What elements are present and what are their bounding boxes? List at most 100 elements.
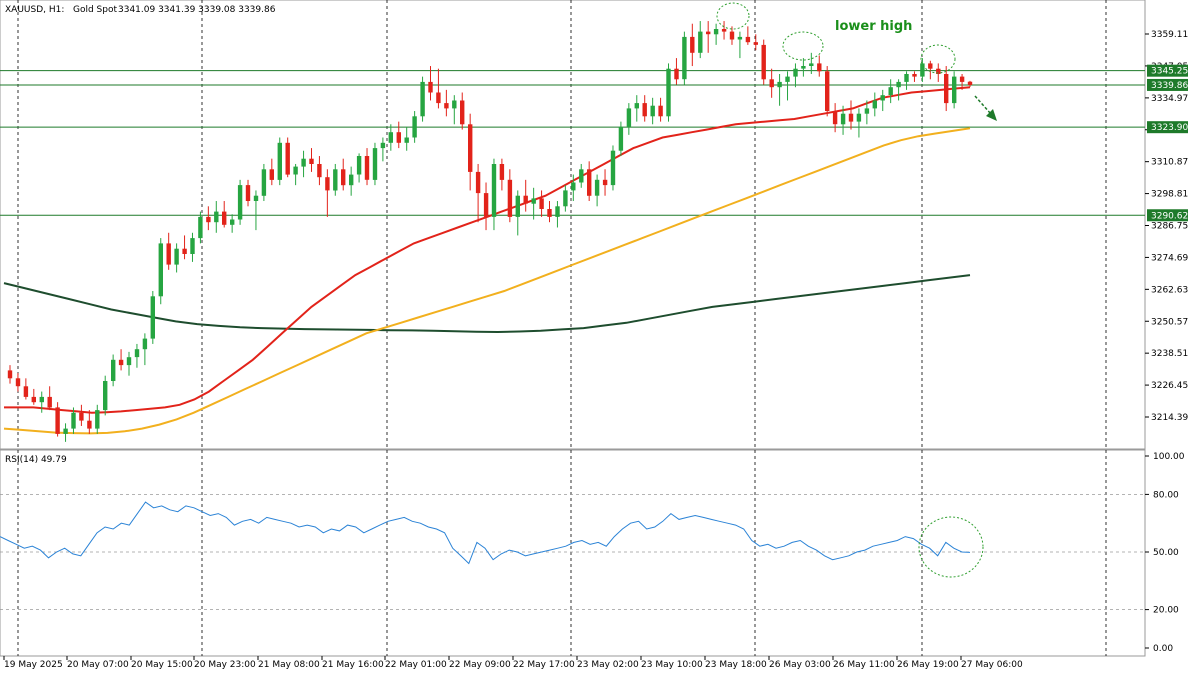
price-tick-label: 3310.87 [1151,158,1188,168]
rsi-tick-label: 80.00 [1153,490,1179,500]
time-tick-label: 22 May 01:00 [385,660,447,670]
time-tick-label: 20 May 07:00 [67,660,129,670]
price-tick-label: 3214.39 [1151,413,1188,423]
candle-body [666,68,671,117]
candle-body [404,137,409,143]
candle [237,179,243,225]
candle-body [55,407,60,434]
candle-body [317,164,322,178]
candle-body [571,182,576,191]
candle-body [856,113,862,122]
price-tag: 3345.25 [1147,64,1188,77]
rsi-tick-label: 0.00 [1153,644,1173,654]
candle-body [563,190,568,207]
candle-body [150,296,155,339]
candle [150,291,155,344]
candle-body [658,105,663,117]
candle-body [587,169,592,196]
candle-body [801,66,806,69]
candle-body [602,179,608,186]
candle-body [309,158,314,164]
candle [103,375,108,416]
candle [682,31,687,85]
candle-body [325,177,330,191]
candle [420,76,425,122]
candle-body [222,211,227,225]
price-tag: 3339.86 [1147,78,1188,91]
time-tick-label: 23 May 02:00 [577,660,639,670]
candle-body [952,76,957,104]
candle-body [872,100,877,109]
time-tick-label: 19 May 2025 [4,660,63,670]
rsi-tick-label: 100.00 [1153,452,1185,462]
candle-body [420,81,425,117]
candle-body [618,126,624,151]
rsi-title: RSI(14) 49.79 [5,455,67,465]
candle-body [63,428,68,434]
candle-body [444,103,449,109]
candle-body [737,36,743,40]
price-tag-label: 3339.86 [1151,81,1188,91]
candle-body [158,243,163,297]
price-tick-label: 3334.97 [1151,94,1188,104]
candle-body [721,29,727,32]
rsi-tick-label: 50.00 [1153,548,1179,558]
candle-body [468,124,473,172]
candle-body [706,31,711,35]
candle-body [436,92,441,104]
candle [277,137,282,186]
candle-body [412,116,417,138]
candle-body [515,195,520,217]
candle-body [380,142,386,149]
candle-body [269,169,274,180]
price-tick-label: 3238.51 [1151,349,1188,359]
rsi-tick-label: 20.00 [1153,606,1179,616]
candle [825,66,830,117]
candle-body [507,179,513,217]
price-tag-label: 3290.62 [1151,211,1188,221]
candle-body [531,198,536,204]
time-tick-label: 26 May 03:00 [769,660,831,670]
candle-body [396,132,401,143]
time-tick-label: 23 May 18:00 [705,660,767,670]
candle-body [182,248,187,254]
candle-body [832,111,838,125]
candle-body [642,103,647,117]
candle-body [301,158,306,167]
candle-body [864,108,870,114]
time-tick-label: 27 May 06:00 [961,660,1023,670]
candle-body [896,81,901,88]
candle-body [713,29,719,35]
candle-body [825,71,830,111]
candle-body [944,74,949,104]
candle-body [579,169,584,183]
price-tick-label: 3286.75 [1151,222,1188,232]
candle-body [499,164,505,180]
time-tick-label: 22 May 17:00 [513,660,575,670]
candle-body [15,378,21,387]
candle [261,163,267,202]
candle-body [277,142,282,180]
candle-body [460,100,465,125]
candle-body [142,338,148,350]
header-symbol: XAUUSD, H1: [5,5,64,15]
candle-body [491,164,497,217]
header-ohlc: 3341.09 3341.39 3339.08 3339.86 [118,5,276,15]
candle-body [103,381,108,411]
candle-body [610,150,616,186]
candle [285,137,290,178]
candle-body [793,68,798,77]
time-tick-label: 21 May 16:00 [322,660,384,670]
candle [666,63,671,122]
candle-body [388,132,393,143]
candle-body [39,396,44,403]
candle-body [364,156,370,180]
candle-body [230,219,235,225]
lower-high-label: lower high [835,19,912,34]
candle-body [555,206,560,217]
candle [158,238,163,305]
candle-body [285,142,290,175]
price-tick-label: 3226.45 [1151,381,1188,391]
candle-body [253,195,259,201]
candle-body [341,169,346,186]
